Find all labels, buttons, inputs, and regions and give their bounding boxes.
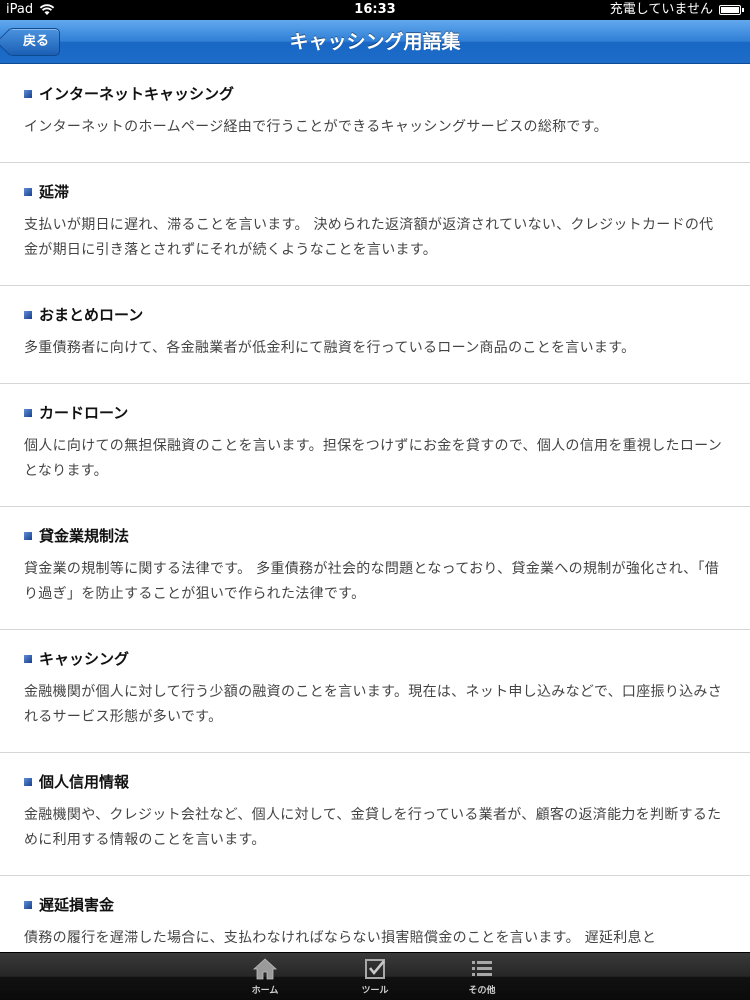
glossary-item: 遅延損害金債務の履行を遅滞した場合に、支払わなければならない損害賠償金のことを言… <box>0 876 750 952</box>
term-title: インターネットキャッシング <box>39 85 235 103</box>
term-title-row: 延滞 <box>24 181 726 203</box>
term-description: 個人に向けての無担保融資のことを言います。担保をつけずにお金を貸すので、個人の信… <box>24 438 723 479</box>
glossary-item: 個人信用情報金融機関や、クレジット会社など、個人に対して、金貸しを行っている業者… <box>0 753 750 876</box>
glossary-item: カードローン個人に向けての無担保融資のことを言います。担保をつけずにお金を貸すの… <box>0 384 750 507</box>
term-title-row: おまとめローン <box>24 304 726 326</box>
term-description: 貸金業の規制等に関する法律です。 多重債務が社会的な問題となっており、貸金業への… <box>24 561 720 602</box>
term-title-row: 貸金業規制法 <box>24 525 726 547</box>
navigation-bar: 戻る キャッシング用語集 <box>0 20 750 64</box>
term-title: 個人信用情報 <box>39 773 130 791</box>
square-bullet-icon <box>24 409 32 417</box>
list-icon <box>472 961 492 976</box>
tab-home-label: ホーム <box>251 986 279 996</box>
term-description: 債務の履行を遅滞した場合に、支払わなければならない損害賠償金のことを言います。 … <box>24 930 657 946</box>
term-title: 貸金業規制法 <box>39 527 130 545</box>
glossary-item: 貸金業規制法貸金業の規制等に関する法律です。 多重債務が社会的な問題となっており… <box>0 507 750 630</box>
term-title: キャッシング <box>39 650 130 668</box>
term-description: 多重債務者に向けて、各金融業者が低金利にて融資を行っているローン商品のことを言い… <box>24 340 636 356</box>
square-bullet-icon <box>24 655 32 663</box>
glossary-item: おまとめローン多重債務者に向けて、各金融業者が低金利にて融資を行っているローン商… <box>0 286 750 384</box>
status-bar: iPad 16:33 充電していません <box>0 0 750 20</box>
glossary-list[interactable]: インターネットキャッシングインターネットのホームページ経由で行うことができるキャ… <box>0 65 750 952</box>
tab-tools-label: ツール <box>361 986 389 996</box>
glossary-item: 延滞支払いが期日に遅れ、滞ることを言います。 決められた返済額が返済されていない… <box>0 163 750 286</box>
term-title-row: 個人信用情報 <box>24 771 726 793</box>
term-title-row: カードローン <box>24 402 726 424</box>
tab-other-label: その他 <box>468 986 496 996</box>
charging-status: 充電していません <box>609 2 713 17</box>
term-title: おまとめローン <box>39 306 144 324</box>
square-bullet-icon <box>24 778 32 786</box>
tab-bar: ホーム ツール その他 <box>0 952 750 1000</box>
term-title: 延滞 <box>39 183 70 201</box>
tab-other[interactable]: その他 <box>442 957 522 996</box>
term-title: 遅延損害金 <box>39 896 115 914</box>
term-description: 金融機関や、クレジット会社など、個人に対して、金貸しを行っている業者が、顧客の返… <box>24 807 722 848</box>
term-title: カードローン <box>39 404 129 422</box>
square-bullet-icon <box>24 90 32 98</box>
square-bullet-icon <box>24 188 32 196</box>
term-description: 支払いが期日に遅れ、滞ることを言います。 決められた返済額が返済されていない、ク… <box>24 217 714 258</box>
checkbox-icon <box>365 959 385 979</box>
term-title-row: キャッシング <box>24 648 726 670</box>
square-bullet-icon <box>24 532 32 540</box>
glossary-item: インターネットキャッシングインターネットのホームページ経由で行うことができるキャ… <box>0 65 750 163</box>
page-title: キャッシング用語集 <box>289 31 461 53</box>
term-description: インターネットのホームページ経由で行うことができるキャッシングサービスの総称です… <box>24 119 608 135</box>
home-icon <box>252 958 278 980</box>
term-description: 金融機関が個人に対して行う少額の融資のことを言います。現在は、ネット申し込みなど… <box>24 684 723 725</box>
status-right: 充電していません <box>610 0 744 20</box>
term-title-row: 遅延損害金 <box>24 894 726 916</box>
battery-icon <box>719 5 744 15</box>
tab-home[interactable]: ホーム <box>225 957 305 996</box>
term-title-row: インターネットキャッシング <box>24 83 726 105</box>
square-bullet-icon <box>24 311 32 319</box>
tab-tools[interactable]: ツール <box>335 957 415 996</box>
glossary-item: キャッシング金融機関が個人に対して行う少額の融資のことを言います。現在は、ネット… <box>0 630 750 753</box>
square-bullet-icon <box>24 901 32 909</box>
